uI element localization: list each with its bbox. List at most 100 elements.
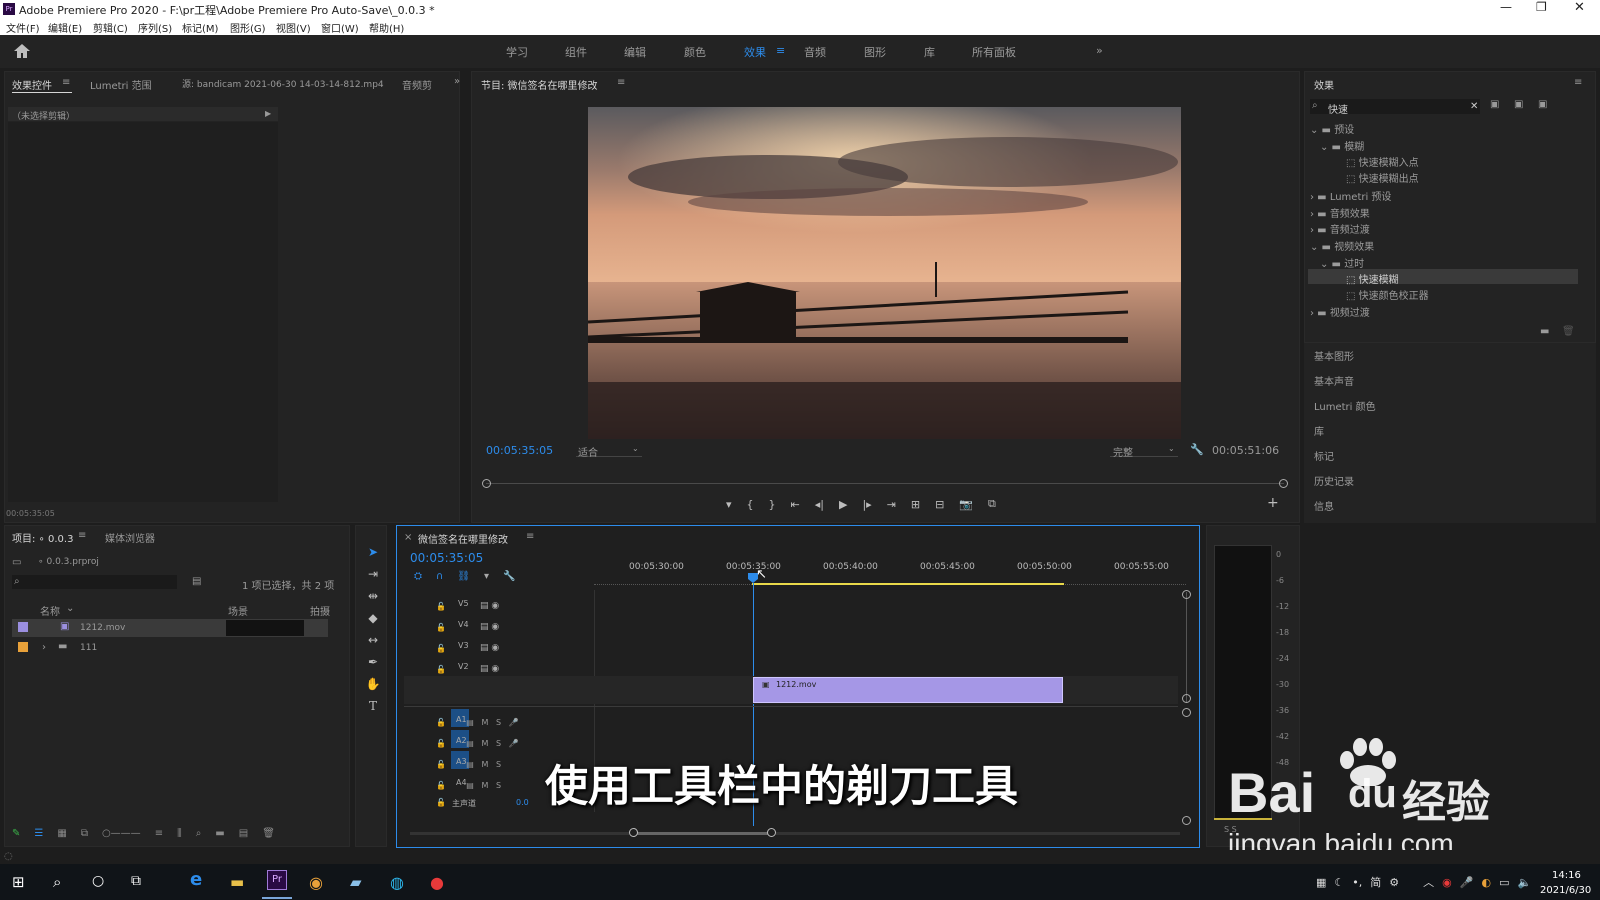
workspace-tab-assembly[interactable]: 组件 <box>565 44 587 60</box>
taskbar-search-icon[interactable]: ⌕ <box>53 873 61 891</box>
ime-mode[interactable]: 简 <box>1370 874 1381 890</box>
panel-essential-sound[interactable]: 基本声音 <box>1314 373 1354 388</box>
mark-in-icon[interactable]: { <box>747 498 754 511</box>
program-title[interactable]: 节目: 微信签名在哪里修改 <box>481 77 598 92</box>
hand-tool-icon[interactable]: ✋ <box>365 673 381 695</box>
scroll-handle[interactable] <box>1182 590 1191 599</box>
sort-chevron-icon[interactable]: ⌄ <box>66 603 74 614</box>
snap-magnet-icon[interactable]: ∩ <box>436 571 443 582</box>
extract-icon[interactable]: ⊟ <box>935 498 944 511</box>
tree-item-fast-blur-out[interactable]: ⬚ 快速模糊出点 <box>1346 170 1419 185</box>
task-view-icon[interactable]: ⧉ <box>131 873 141 889</box>
punctuation-icon[interactable]: •, <box>1352 876 1362 889</box>
sync-lock-eye-icon[interactable]: ▤ ◉ <box>480 638 499 659</box>
premiere-taskbar-icon[interactable]: Pr <box>267 870 287 890</box>
work-area-bar[interactable] <box>752 583 1064 585</box>
new-search-bin-icon[interactable]: ▤ <box>192 576 201 587</box>
column-take[interactable]: 拍摄 <box>310 603 330 618</box>
freeform-view-icon[interactable]: ⧉ <box>81 828 88 839</box>
program-menu-icon[interactable]: ≡ <box>617 77 625 88</box>
zoom-bar[interactable] <box>634 832 772 835</box>
workspace-tab-all-panels[interactable]: 所有面板 <box>972 44 1016 60</box>
tab-effect-controls[interactable]: 效果控件 <box>12 77 52 92</box>
menu-graphics[interactable]: 图形(G) <box>230 20 266 35</box>
program-video-frame[interactable] <box>588 107 1181 439</box>
expand-arrow-icon[interactable]: ▶ <box>265 109 271 118</box>
new-bin-icon[interactable]: ▬ <box>1540 326 1549 337</box>
minimize-icon[interactable]: — <box>1500 0 1512 14</box>
more-workspaces-icon[interactable]: » <box>1096 44 1103 57</box>
mark-out-icon[interactable]: } <box>769 498 776 511</box>
go-to-out-icon[interactable]: ⇥ <box>887 498 896 511</box>
workspace-tab-color[interactable]: 颜色 <box>684 44 706 60</box>
lock-icon[interactable]: 🔓 <box>436 798 446 807</box>
program-scrubber[interactable] <box>486 483 1284 484</box>
lock-icon[interactable]: 🔓 <box>436 596 446 617</box>
automate-to-sequence-icon[interactable]: ⫼ <box>177 828 182 839</box>
track-select-tool-icon[interactable]: ⇥ <box>365 563 381 585</box>
lock-icon[interactable]: 🔓 <box>436 617 446 638</box>
cortana-icon[interactable]: ○ <box>92 873 104 889</box>
windows-start-icon[interactable]: ⊞ <box>12 873 25 891</box>
panel-lumetri-color[interactable]: Lumetri 颜色 <box>1314 398 1376 413</box>
tab-source-monitor[interactable]: 源: bandicam 2021-06-30 14-03-14-812.mp4 <box>182 77 384 90</box>
tab-project[interactable]: 项目: ∘ 0.0.3 <box>12 530 73 545</box>
effects-menu-icon[interactable]: ≡ <box>1574 77 1582 88</box>
menu-clip[interactable]: 剪辑(C) <box>93 20 128 35</box>
workspace-tab-audio[interactable]: 音频 <box>804 44 826 60</box>
workspace-tab-learn[interactable]: 学习 <box>506 44 528 60</box>
workspace-tab-editing[interactable]: 编辑 <box>624 44 646 60</box>
sync-lock-eye-icon[interactable]: ▤ ◉ <box>480 596 499 617</box>
delete-icon[interactable]: 🗑 <box>1562 326 1575 337</box>
yuv-effects-icon[interactable]: ▣ <box>1538 99 1547 110</box>
program-scrubber-end-handle[interactable] <box>1279 479 1288 488</box>
timeline-vertical-scrollbar[interactable] <box>1186 592 1187 702</box>
scene-field[interactable] <box>226 620 304 636</box>
menu-view[interactable]: 视图(V) <box>276 20 311 35</box>
network-icon[interactable]: ▭ <box>1499 876 1509 889</box>
comparison-view-icon[interactable]: ⧉ <box>988 497 996 511</box>
panel-history[interactable]: 历史记录 <box>1314 473 1354 488</box>
tree-item-obsolete[interactable]: ⌄ ▬ 过时 <box>1320 255 1364 270</box>
project-menu-icon[interactable]: ≡ <box>78 530 86 541</box>
list-view-icon[interactable]: ☰ <box>34 828 43 839</box>
sync-lock-eye-icon[interactable]: ▤ ◉ <box>480 617 499 638</box>
pencil-icon[interactable]: ✎ <box>12 828 20 839</box>
zoom-slider[interactable]: ○——— <box>102 828 141 839</box>
go-to-in-icon[interactable]: ⇤ <box>791 498 800 511</box>
sequence-tab[interactable]: 微信签名在哪里修改 <box>418 531 508 546</box>
column-name[interactable]: 名称 <box>40 603 60 618</box>
tab-menu-icon[interactable]: ≡ <box>62 77 70 88</box>
new-item-icon[interactable]: ▤ <box>239 828 248 839</box>
panel-essential-graphics[interactable]: 基本图形 <box>1314 348 1354 363</box>
step-forward-icon[interactable]: |▸ <box>862 498 871 511</box>
export-frame-camera-icon[interactable]: 📷 <box>959 498 973 511</box>
tray-expand-icon[interactable]: ︿ <box>1423 874 1434 890</box>
slip-tool-icon[interactable]: ↔ <box>365 629 381 651</box>
ripple-edit-tool-icon[interactable]: ⇹ <box>365 585 381 607</box>
add-marker-icon[interactable]: ▾ <box>726 498 732 511</box>
selection-tool-icon[interactable]: ➤ <box>365 541 381 563</box>
close-icon[interactable]: ✕ <box>1574 0 1585 15</box>
audio-track-controls[interactable]: 🔓 ▤ M S <box>436 754 519 775</box>
panel-libraries[interactable]: 库 <box>1314 423 1324 438</box>
tree-item-audio-transitions[interactable]: › ▬ 音频过渡 <box>1310 221 1370 236</box>
clear-search-icon[interactable]: ✕ <box>1470 101 1478 112</box>
timeline-horizontal-scrollbar[interactable] <box>410 832 1180 835</box>
find-icon[interactable]: ⌕ <box>196 828 202 839</box>
scroll-handle[interactable] <box>1182 816 1191 825</box>
tree-item-fast-color-corrector[interactable]: ⬚ 快速颜色校正器 <box>1346 287 1429 302</box>
menu-file[interactable]: 文件(F) <box>6 20 40 35</box>
32bit-effects-icon[interactable]: ▣ <box>1514 99 1523 110</box>
menu-sequence[interactable]: 序列(S) <box>138 20 172 35</box>
mic-icon[interactable]: 🎤 <box>1460 876 1474 889</box>
tree-item-video-transitions[interactable]: › ▬ 视频过渡 <box>1310 304 1370 319</box>
restore-icon[interactable]: ❐ <box>1536 0 1547 14</box>
timeline-timecode[interactable]: 00:05:35:05 <box>410 551 483 565</box>
ime-settings-icon[interactable]: ⚙ <box>1389 876 1399 889</box>
menu-help[interactable]: 帮助(H) <box>369 20 404 35</box>
menu-edit[interactable]: 编辑(E) <box>48 20 82 35</box>
column-scene[interactable]: 场景 <box>228 603 248 618</box>
tree-item-audio-effects[interactable]: › ▬ 音频效果 <box>1310 205 1370 220</box>
sequence-menu-icon[interactable]: ≡ <box>526 531 534 542</box>
